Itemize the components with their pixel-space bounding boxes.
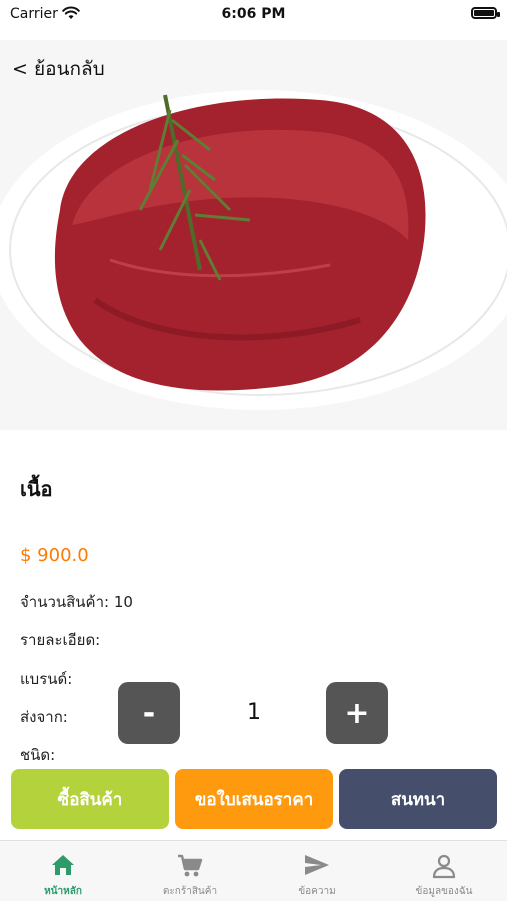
- product-brand-label: แบรนด์:: [20, 670, 73, 688]
- product-name: เนื้อ: [20, 477, 53, 501]
- tab-home[interactable]: หน้าหลัก: [0, 841, 126, 901]
- product-ship-from-label: ส่งจาก:: [20, 708, 68, 726]
- product-image: [0, 40, 507, 430]
- product-type-label: ชนิด:: [20, 746, 56, 764]
- product-stock: จำนวนสินค้า: 10: [20, 593, 133, 611]
- home-icon: [52, 855, 74, 875]
- tab-home-label: หน้าหลัก: [44, 886, 82, 897]
- tab-profile[interactable]: ข้อมูลของฉัน: [381, 841, 507, 901]
- tab-profile-label: ข้อมูลของฉัน: [415, 886, 473, 897]
- request-quote-button[interactable]: ขอใบเสนอราคา: [175, 769, 333, 829]
- send-icon: [305, 855, 329, 875]
- back-button[interactable]: < ย้อนกลับ: [12, 54, 105, 84]
- clock: 6:06 PM: [221, 6, 286, 22]
- cart-icon: [178, 854, 203, 877]
- person-icon: [432, 854, 456, 879]
- tab-cart[interactable]: ตะกร้าสินค้า: [127, 841, 253, 901]
- status-bar: Carrier 6:06 PM: [0, 0, 507, 28]
- product-price: $ 900.0: [20, 545, 89, 566]
- product-detail-label: รายละเอียด:: [20, 631, 101, 649]
- battery-icon: [471, 7, 500, 19]
- quantity-decrease-button[interactable]: -: [118, 682, 180, 744]
- chat-button[interactable]: สนทนา: [339, 769, 497, 829]
- tab-bar: หน้าหลัก ตะกร้าสินค้า ข้อความ ข้อมูลของฉ…: [0, 840, 507, 901]
- tab-messages-label: ข้อความ: [298, 886, 336, 897]
- quantity-value: 1: [247, 700, 261, 725]
- buy-button[interactable]: ซื้อสินค้า: [11, 769, 169, 829]
- quantity-increase-button[interactable]: +: [326, 682, 388, 744]
- tab-cart-label: ตะกร้าสินค้า: [162, 886, 218, 897]
- tab-messages[interactable]: ข้อความ: [254, 841, 380, 901]
